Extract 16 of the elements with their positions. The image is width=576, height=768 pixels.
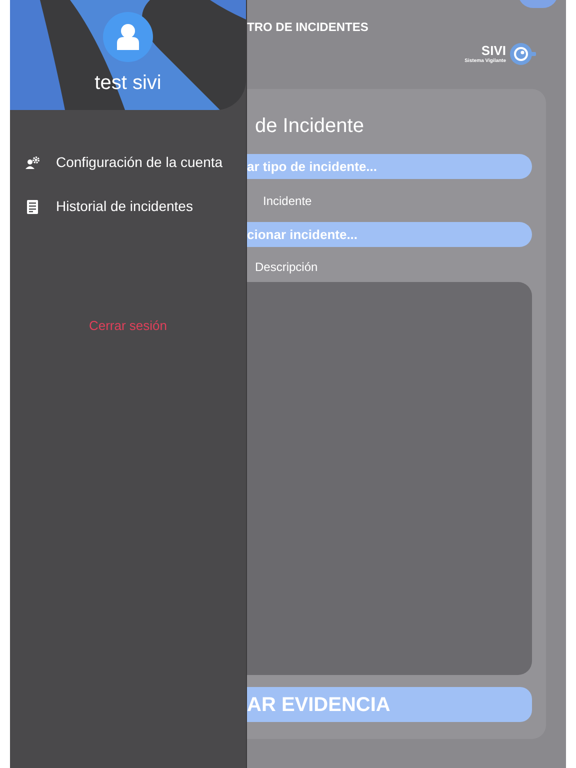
- field-label: Descripción: [255, 259, 319, 276]
- logout-link[interactable]: Cerrar sesión: [88, 316, 168, 336]
- user-gear-icon: [24, 156, 40, 169]
- page-title: TRO DE INCIDENTES: [247, 19, 370, 36]
- person-icon: [116, 23, 140, 51]
- form-title: de Incidente: [255, 114, 365, 139]
- field-label: Incidente: [263, 193, 313, 210]
- incident-dropdown[interactable]: cionar incidente...: [247, 222, 532, 247]
- document-list-icon: [26, 200, 38, 214]
- description-field[interactable]: [247, 282, 532, 675]
- menu-item[interactable]: Configuración de la cuenta: [25, 152, 246, 173]
- submit-button[interactable]: AR EVIDENCIA: [247, 687, 532, 722]
- logo-name: SIVI: [481, 44, 506, 57]
- incident-type-dropdown[interactable]: ar tipo de incidente...: [247, 154, 532, 179]
- eye-logo-icon: [508, 41, 536, 67]
- menu-item[interactable]: Historial de incidentes: [25, 196, 246, 217]
